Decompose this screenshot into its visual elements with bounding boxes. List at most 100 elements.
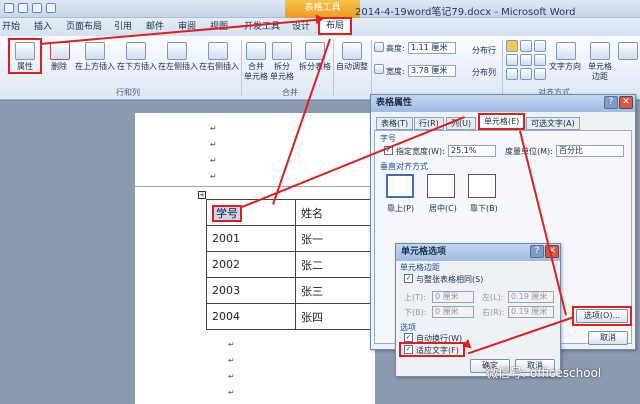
table-cell[interactable]: 2001: [206, 225, 296, 252]
window-title: 2014-4-19word笔记79.docx - Microsoft Word: [355, 7, 576, 18]
table-row: 2004 张四: [206, 303, 385, 330]
right-margin-label: 右(R):: [482, 308, 505, 317]
valign-center-icon[interactable]: [427, 174, 455, 198]
split-table-button[interactable]: 拆分表格: [298, 62, 332, 72]
insert-left-icon[interactable]: [167, 42, 187, 60]
cell-margins-button[interactable]: 单元格 边距: [585, 62, 615, 82]
tab-page-layout[interactable]: 页面布局: [66, 20, 102, 36]
tab-cell[interactable]: 单元格(E): [478, 113, 526, 130]
align-top-center-icon[interactable]: [520, 40, 532, 52]
valign-top-label: 靠上(P): [387, 204, 415, 213]
split-cells-button[interactable]: 拆分 单元格: [268, 62, 296, 82]
valign-bottom-icon[interactable]: [468, 174, 496, 198]
paragraph-mark: ↵: [228, 388, 235, 397]
valign-section-header: 垂直对齐方式: [380, 162, 428, 171]
insert-right-icon[interactable]: [208, 42, 228, 60]
merge-cells-icon[interactable]: [246, 42, 266, 60]
top-margin-label: 上(T):: [404, 293, 426, 302]
insert-above-icon[interactable]: [85, 42, 105, 60]
autofit-icon[interactable]: [342, 42, 362, 60]
align-middle-right-icon[interactable]: [534, 54, 546, 66]
insert-below-icon[interactable]: [126, 42, 146, 60]
table-cell[interactable]: 2002: [206, 251, 296, 278]
width-label: 宽度:: [386, 67, 405, 76]
word-app-icon[interactable]: [4, 3, 14, 13]
tab-review[interactable]: 审阅: [178, 20, 196, 36]
table-row: 2003 张三: [206, 277, 385, 304]
paragraph-mark: ↵: [228, 356, 235, 365]
insert-below-button[interactable]: 在下方插入: [116, 62, 158, 72]
delete-icon[interactable]: [50, 42, 70, 60]
width-input[interactable]: 3.78 厘米: [408, 65, 456, 77]
col-width-icon: [374, 64, 384, 74]
align-middle-center-icon[interactable]: [520, 54, 532, 66]
redo-icon[interactable]: [46, 3, 56, 13]
fit-text-checkbox[interactable]: ✓: [404, 345, 413, 354]
bottom-margin-input[interactable]: 0 厘米: [432, 306, 474, 318]
left-margin-input[interactable]: 0.19 厘米: [508, 291, 554, 303]
group-label-merge: 合并: [282, 88, 298, 97]
tab-home[interactable]: 开始: [2, 20, 20, 36]
insert-left-button[interactable]: 在左侧插入: [157, 62, 199, 72]
align-top-right-icon[interactable]: [534, 40, 546, 52]
table-row: 2001 张一: [206, 225, 385, 252]
table-move-handle-icon[interactable]: +: [198, 191, 206, 199]
align-bottom-left-icon[interactable]: [506, 68, 518, 80]
valign-top-icon[interactable]: [386, 174, 414, 198]
properties-button[interactable]: 属性: [13, 62, 37, 72]
size-section-header: 字号: [380, 134, 396, 143]
distribute-rows-button[interactable]: 分布行: [472, 45, 496, 56]
insert-above-button[interactable]: 在上方插入: [74, 62, 116, 72]
height-input[interactable]: 1.11 厘米: [408, 42, 456, 54]
cell-margins-icon[interactable]: [590, 42, 610, 60]
right-margin-input[interactable]: 0.19 厘米: [508, 306, 554, 318]
group-label-rows-cols: 行和列: [116, 88, 140, 97]
left-margin-label: 左(L):: [482, 293, 504, 302]
wrap-text-checkbox[interactable]: ✓: [404, 333, 413, 342]
align-bottom-right-icon[interactable]: [534, 68, 546, 80]
align-top-left-icon[interactable]: [506, 40, 518, 52]
options-button[interactable]: 选项(O)...: [576, 309, 628, 323]
delete-button[interactable]: 删除: [46, 62, 72, 72]
group-separator: [371, 40, 372, 96]
word-table[interactable]: 学号 姓名 2001 张一 2002 张二 2003 张三 2004 张四: [206, 199, 385, 330]
undo-icon[interactable]: [32, 3, 42, 13]
text-direction-button[interactable]: 文字方向: [546, 62, 584, 72]
bottom-margin-label: 下(B):: [404, 308, 427, 317]
tab-insert[interactable]: 插入: [34, 20, 52, 36]
table-cell[interactable]: 2004: [206, 303, 296, 330]
measure-in-select[interactable]: 百分比: [556, 145, 624, 157]
align-bottom-center-icon[interactable]: [520, 68, 532, 80]
selected-cell-text: 学号: [212, 204, 242, 222]
valign-bottom-label: 靠下(B): [470, 204, 498, 213]
align-middle-left-icon[interactable]: [506, 54, 518, 66]
same-as-table-checkbox[interactable]: ✓: [404, 274, 413, 283]
paragraph-mark: ↵: [228, 372, 235, 381]
tab-table[interactable]: 表格(T): [376, 117, 414, 130]
options-section-header: 选项: [400, 323, 416, 332]
annotation-arrowhead: [315, 13, 325, 25]
close-icon[interactable]: ✕: [619, 96, 633, 109]
paragraph-mark: ↵: [228, 340, 235, 349]
save-icon[interactable]: [18, 3, 28, 13]
merge-cells-button[interactable]: 合并 单元格: [242, 62, 270, 82]
insert-right-button[interactable]: 在右侧插入: [198, 62, 240, 72]
cancel-button[interactable]: 取消: [588, 331, 628, 345]
top-margin-input[interactable]: 0 厘米: [432, 291, 474, 303]
table-cell[interactable]: 2003: [206, 277, 296, 304]
help-icon[interactable]: ?: [530, 245, 544, 258]
sort-icon[interactable]: [618, 42, 638, 60]
tab-references[interactable]: 引用: [114, 20, 132, 36]
split-cells-icon[interactable]: [272, 42, 292, 60]
autofit-button[interactable]: 自动调整: [334, 62, 370, 72]
width-value-input[interactable]: 25.1%: [448, 145, 496, 157]
distribute-cols-button[interactable]: 分布列: [472, 67, 496, 78]
alignment-grid: [506, 40, 548, 84]
tab-alt-text[interactable]: 可选文字(A): [526, 117, 580, 130]
table-properties-icon[interactable]: [15, 42, 35, 60]
table-row: 2002 张二: [206, 251, 385, 278]
help-icon[interactable]: ?: [604, 96, 618, 109]
paragraph-mark: ↵: [210, 124, 217, 133]
text-direction-icon[interactable]: [556, 42, 576, 60]
row-height-icon: [374, 42, 384, 52]
